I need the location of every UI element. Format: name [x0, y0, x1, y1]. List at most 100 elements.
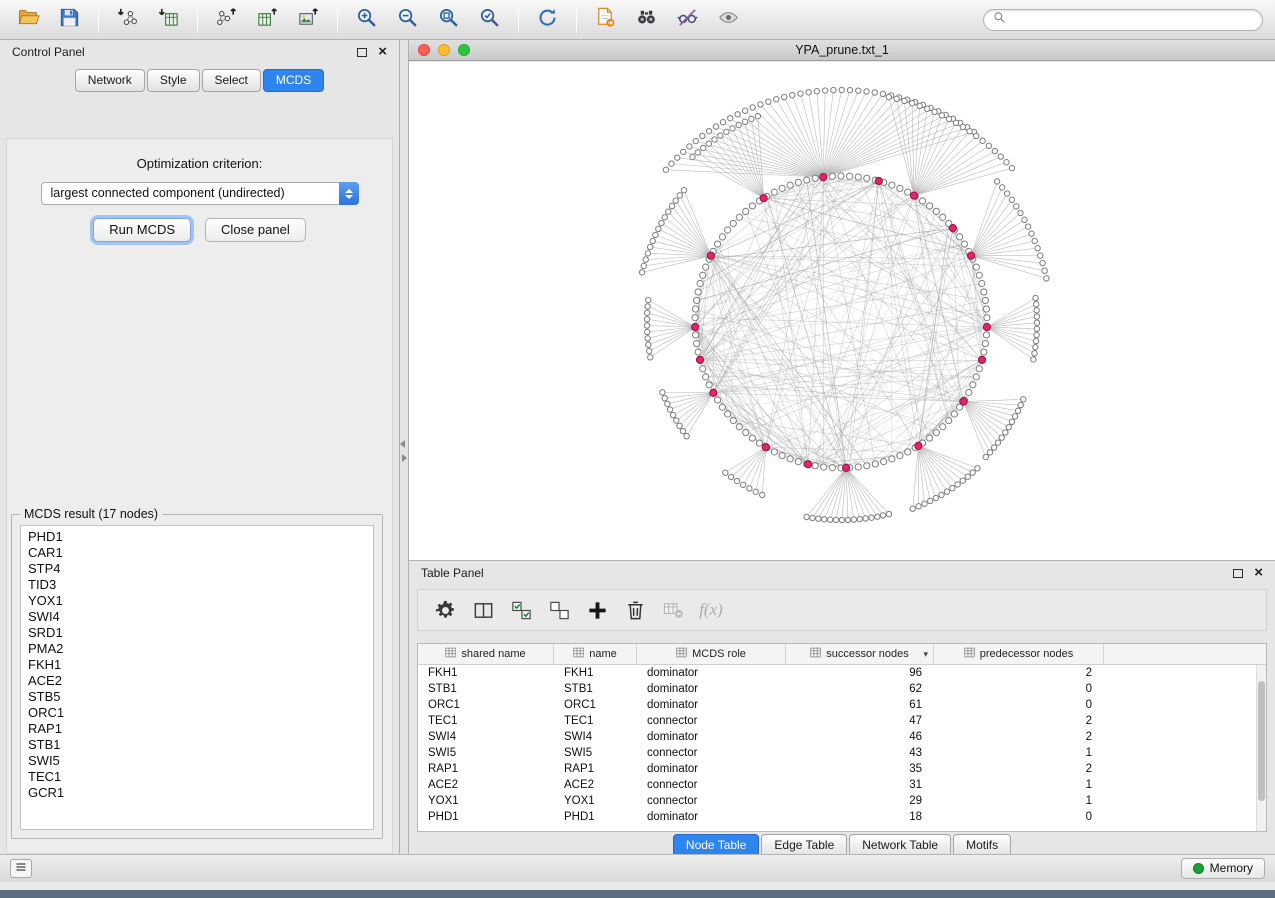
zoom-out-button[interactable]	[391, 4, 423, 36]
table-cell[interactable]: 18	[786, 811, 934, 823]
tab-style[interactable]: Style	[147, 69, 200, 92]
close-panel-icon[interactable]: ×	[378, 47, 387, 57]
scrollbar-thumb[interactable]	[1258, 681, 1265, 801]
column-sort-dropdown-icon[interactable]: ▾	[923, 649, 928, 660]
table-row[interactable]: TEC1TEC1connector472	[418, 713, 1256, 729]
mcds-result-item[interactable]: SWI4	[21, 609, 373, 625]
collapse-left-icon[interactable]	[400, 440, 405, 448]
table-cell[interactable]: 96	[786, 667, 934, 679]
tab-select[interactable]: Select	[202, 69, 261, 92]
panel-splitter[interactable]	[400, 40, 408, 862]
table-cell[interactable]: STB1	[554, 683, 637, 695]
table-row[interactable]: PHD1PHD1dominator180	[418, 809, 1256, 825]
table-cell[interactable]: FKH1	[554, 667, 637, 679]
collapse-right-icon[interactable]	[402, 454, 407, 462]
export-table-button[interactable]	[251, 4, 283, 36]
mcds-result-item[interactable]: TEC1	[21, 769, 373, 785]
table-cell[interactable]: TEC1	[418, 715, 554, 727]
criterion-select[interactable]: largest connected component (undirected)	[41, 182, 359, 205]
add-row-button[interactable]	[582, 595, 612, 625]
maximize-window-icon[interactable]	[458, 44, 470, 56]
table-cell[interactable]: 2	[934, 763, 1104, 775]
tab-network[interactable]: Network	[75, 69, 145, 92]
table-cell[interactable]: PHD1	[418, 811, 554, 823]
mcds-result-item[interactable]: STB1	[21, 737, 373, 753]
refresh-button[interactable]	[531, 4, 563, 36]
table-cell[interactable]: TEC1	[554, 715, 637, 727]
table-cell[interactable]: YOX1	[554, 795, 637, 807]
zoom-fit-button[interactable]	[432, 4, 464, 36]
table-cell[interactable]: RAP1	[418, 763, 554, 775]
table-row[interactable]: SWI5SWI5connector431	[418, 745, 1256, 761]
table-cell[interactable]: SWI5	[554, 747, 637, 759]
table-cell[interactable]: SWI4	[554, 731, 637, 743]
table-cell[interactable]: 0	[934, 699, 1104, 711]
table-cell[interactable]: connector	[637, 715, 786, 727]
table-cell[interactable]: dominator	[637, 731, 786, 743]
import-network-button[interactable]	[111, 4, 143, 36]
table-cell[interactable]: dominator	[637, 763, 786, 775]
table-cell[interactable]: dominator	[637, 811, 786, 823]
table-row[interactable]: ORC1ORC1dominator610	[418, 697, 1256, 713]
table-cell[interactable]: 47	[786, 715, 934, 727]
delete-row-button[interactable]	[620, 595, 650, 625]
table-cell[interactable]: RAP1	[554, 763, 637, 775]
mcds-result-item[interactable]: TID3	[21, 577, 373, 593]
mcds-result-item[interactable]: GCR1	[21, 785, 373, 801]
table-scrollbar[interactable]	[1256, 665, 1266, 831]
table-cell[interactable]: SWI4	[418, 731, 554, 743]
column-header-shared-name[interactable]: shared name	[418, 644, 554, 664]
table-cell[interactable]: connector	[637, 779, 786, 791]
table-cell[interactable]: 61	[786, 699, 934, 711]
select-all-button[interactable]	[506, 595, 536, 625]
table-cell[interactable]: PHD1	[554, 811, 637, 823]
mcds-result-item[interactable]: CAR1	[21, 545, 373, 561]
save-session-button[interactable]	[53, 4, 85, 36]
table-cell[interactable]: 46	[786, 731, 934, 743]
column-header-mcds-role[interactable]: MCDS role	[637, 644, 786, 664]
mcds-result-list[interactable]: PHD1CAR1STP4TID3YOX1SWI4SRD1PMA2FKH1ACE2…	[20, 525, 374, 830]
table-row[interactable]: RAP1RAP1dominator352	[418, 761, 1256, 777]
table-row[interactable]: STB1STB1dominator620	[418, 681, 1256, 697]
show-details-button[interactable]	[712, 4, 744, 36]
table-cell[interactable]: dominator	[637, 667, 786, 679]
gear-button[interactable]	[430, 595, 460, 625]
mcds-result-item[interactable]: STP4	[21, 561, 373, 577]
tab-mcds[interactable]: MCDS	[263, 69, 324, 92]
split-panel-button[interactable]	[468, 595, 498, 625]
mcds-result-item[interactable]: PMA2	[21, 641, 373, 657]
float-table-panel-icon[interactable]	[1233, 569, 1243, 578]
search-input[interactable]	[1011, 13, 1253, 27]
table-cell[interactable]: SWI5	[418, 747, 554, 759]
find-button[interactable]	[630, 4, 662, 36]
table-cell[interactable]: 2	[934, 715, 1104, 727]
mcds-result-item[interactable]: YOX1	[21, 593, 373, 609]
open-session-button[interactable]	[12, 4, 44, 36]
mcds-result-item[interactable]: RAP1	[21, 721, 373, 737]
mcds-result-item[interactable]: PHD1	[21, 529, 373, 545]
close-table-panel-icon[interactable]: ×	[1254, 568, 1263, 578]
table-row[interactable]: SWI4SWI4dominator462	[418, 729, 1256, 745]
table-cell[interactable]: dominator	[637, 683, 786, 695]
table-cell[interactable]: 1	[934, 795, 1104, 807]
run-mcds-button[interactable]: Run MCDS	[93, 218, 191, 242]
table-row[interactable]: ACE2ACE2connector311	[418, 777, 1256, 793]
mcds-result-item[interactable]: SRD1	[21, 625, 373, 641]
table-cell[interactable]: connector	[637, 795, 786, 807]
zoom-selected-button[interactable]	[473, 4, 505, 36]
panel-menu-button[interactable]	[10, 859, 32, 878]
close-window-icon[interactable]	[418, 44, 430, 56]
mcds-result-item[interactable]: ORC1	[21, 705, 373, 721]
table-row[interactable]: YOX1YOX1connector291	[418, 793, 1256, 809]
table-cell[interactable]: YOX1	[418, 795, 554, 807]
mcds-result-item[interactable]: STB5	[21, 689, 373, 705]
table-cell[interactable]: 0	[934, 683, 1104, 695]
table-cell[interactable]: 35	[786, 763, 934, 775]
table-cell[interactable]: dominator	[637, 699, 786, 711]
table-cell[interactable]: 31	[786, 779, 934, 791]
table-cell[interactable]: 62	[786, 683, 934, 695]
table-cell[interactable]: STB1	[418, 683, 554, 695]
share-document-button[interactable]	[589, 4, 621, 36]
network-canvas[interactable]	[409, 62, 1275, 560]
column-header-name[interactable]: name	[554, 644, 637, 664]
